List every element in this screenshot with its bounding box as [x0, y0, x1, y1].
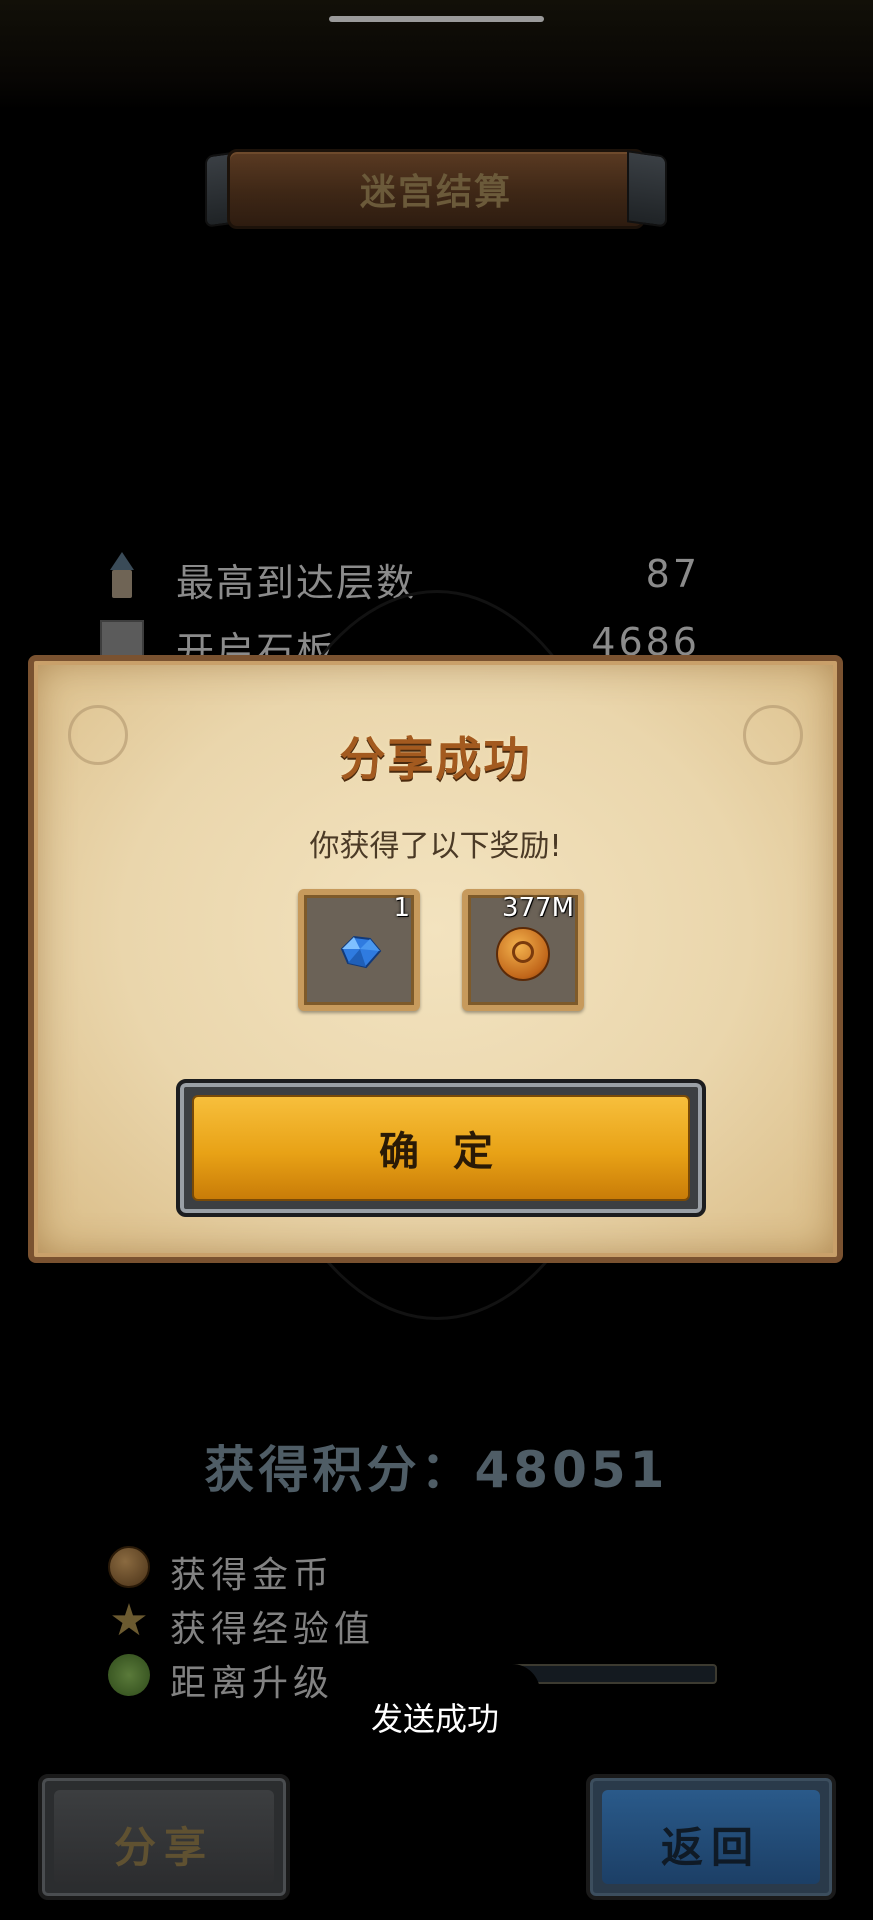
- reward-quantity: 1: [393, 893, 410, 923]
- confirm-button[interactable]: 确 定: [176, 1079, 706, 1217]
- reward-slot-gem[interactable]: 1: [298, 889, 420, 1011]
- back-button-label: 返回: [660, 1823, 761, 1872]
- star-icon: ★: [109, 1595, 149, 1646]
- share-button-label: 分享: [113, 1823, 214, 1872]
- reward-line-label: 获得经验值: [170, 1609, 376, 1650]
- dialog-subtitle: 你获得了以下奖励!: [309, 829, 562, 864]
- share-success-dialog: 分享成功 你获得了以下奖励! 1 377M 确 定: [28, 655, 843, 1263]
- reward-slot-coin[interactable]: 377M: [462, 889, 584, 1011]
- reward-quantity: 377M: [501, 893, 574, 923]
- coin-icon: [108, 1546, 150, 1588]
- toast-message: 发送成功: [330, 1664, 540, 1764]
- tree-icon: [108, 1654, 150, 1696]
- toast-text: 发送成功: [370, 1700, 499, 1738]
- gold-coin-icon: [496, 927, 550, 981]
- system-drag-handle[interactable]: [329, 16, 544, 22]
- reward-line-label: 距离升级: [170, 1663, 335, 1704]
- stat-label: 最高到达层数: [176, 561, 417, 605]
- title-plank: 迷宫结算: [205, 143, 667, 235]
- share-button[interactable]: 分享: [38, 1774, 290, 1900]
- confirm-button-label: 确 定: [379, 1129, 503, 1175]
- back-button[interactable]: 返回: [586, 1774, 836, 1900]
- reward-line-label: 获得金币: [170, 1555, 335, 1596]
- tower-icon: [100, 552, 144, 600]
- dialog-title: 分享成功: [339, 732, 532, 786]
- page-title: 迷宫结算: [359, 172, 512, 213]
- stat-value: 87: [645, 552, 700, 596]
- score-text: 获得积分：48051: [204, 1441, 669, 1499]
- blue-gem-icon: [340, 935, 382, 969]
